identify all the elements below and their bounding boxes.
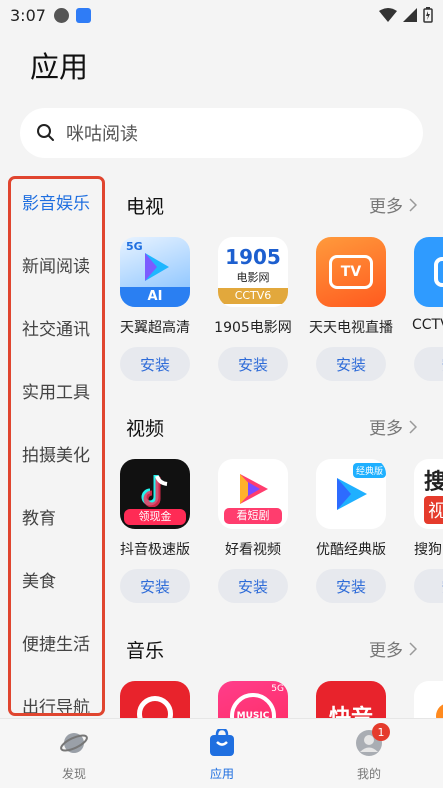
section-title-video: 视频 — [126, 418, 165, 440]
tab-discover[interactable]: 发现 — [34, 729, 114, 782]
icon-label: TV — [329, 255, 373, 289]
more-label: 更多 — [369, 641, 403, 661]
signal-icon — [403, 8, 417, 22]
tab-me[interactable]: 1 我的 — [329, 723, 409, 782]
install-button[interactable]: 安装 — [218, 347, 288, 381]
install-button[interactable]: 安装 — [120, 347, 190, 381]
douyin-app-icon: 领现金 — [120, 459, 190, 529]
app-name: 天天电视直播 — [309, 320, 393, 336]
more-link-tv[interactable]: 更多 — [369, 192, 417, 217]
search-bar[interactable]: 咪咕阅读 — [20, 108, 423, 158]
app-name: 搜狗 — [414, 542, 442, 558]
app-name: 优酷经典版 — [316, 542, 386, 558]
more-label: 更多 — [369, 197, 403, 217]
install-button[interactable]: 安装 — [316, 347, 386, 381]
install-button[interactable]: 安装 — [316, 569, 386, 603]
tab-apps[interactable]: 应用 — [182, 729, 262, 782]
status-indicators — [379, 7, 433, 23]
chevron-right-icon — [409, 197, 417, 212]
more-link-video[interactable]: 更多 — [369, 414, 417, 439]
icon-tag: 经典版 — [352, 463, 386, 478]
section-title-music: 音乐 — [126, 640, 165, 662]
status-time: 3:07 — [10, 5, 46, 25]
tab-label: 发现 — [61, 767, 86, 781]
shopping-bag-icon — [208, 729, 236, 757]
icon-badge: 5G — [271, 684, 284, 694]
play-icon — [337, 478, 367, 510]
kuaiyin-app-icon: 快音 — [316, 681, 386, 718]
section-title-tv: 电视 — [126, 196, 165, 218]
sidebar-item-food[interactable]: 美食 — [22, 567, 56, 592]
notification-app-icon — [75, 7, 91, 23]
wifi-icon — [379, 8, 397, 22]
netease-music-app-icon — [120, 681, 190, 718]
bottom-tab-bar: 发现 应用 1 我的 — [0, 718, 443, 788]
tv-app-icon: TV — [316, 237, 386, 307]
icon-label: MUSIC — [230, 693, 276, 718]
tab-label: 应用 — [209, 767, 234, 781]
play-icon — [240, 474, 268, 504]
app-name: 好看视频 — [225, 542, 281, 558]
category-sidebar: 影音娱乐 新闻阅读 社交通讯 实用工具 拍摄美化 教育 美食 便捷生活 出行导航 — [8, 176, 105, 716]
cctv-app-icon — [414, 237, 443, 307]
tab-label: 我的 — [356, 767, 381, 781]
icon-label: 快音 — [329, 700, 373, 718]
app-name: 抖音极速版 — [120, 542, 190, 558]
icon-sublabel: 电影网 — [236, 270, 270, 284]
sidebar-item-education[interactable]: 教育 — [22, 504, 56, 529]
app-list: 电视 更多 5G AI 天翼超高清 安装 1905 电影网 CCTV6 1905… — [105, 168, 443, 718]
notification-badge: 1 — [372, 723, 390, 741]
app-name: CCTV — [412, 317, 443, 333]
install-button[interactable]: 安 — [414, 347, 443, 381]
battery-icon — [423, 7, 433, 23]
app-name: 天翼超高清 — [120, 320, 190, 336]
icon-label: 1905 — [225, 244, 281, 269]
play-icon — [145, 253, 169, 281]
sidebar-item-photo[interactable]: 拍摄美化 — [22, 441, 90, 466]
search-icon — [37, 124, 54, 141]
sidebar-item-entertainment[interactable]: 影音娱乐 — [22, 189, 90, 214]
icon-label: AI — [120, 287, 190, 307]
page-title: 应用 — [30, 50, 89, 84]
notification-app-icon — [53, 7, 69, 23]
tianyi-app-icon: 5G AI — [120, 237, 190, 307]
icon-sublabel: 视 — [424, 496, 443, 524]
sidebar-item-news[interactable]: 新闻阅读 — [22, 252, 90, 277]
icon-tag: 领现金 — [124, 509, 186, 525]
more-link-music[interactable]: 更多 — [369, 636, 417, 661]
youku-app-icon: 经典版 — [316, 459, 386, 529]
music-app-icon — [414, 681, 443, 718]
music-note-icon — [141, 475, 168, 507]
migu-music-app-icon: 5G MUSIC — [218, 681, 288, 718]
icon-tag: CCTV6 — [218, 287, 288, 304]
film1905-app-icon: 1905 电影网 CCTV6 — [218, 237, 288, 307]
haokan-app-icon: 看短剧 — [218, 459, 288, 529]
status-bar: 3:07 — [0, 0, 443, 30]
install-button[interactable]: 安装 — [218, 569, 288, 603]
chevron-right-icon — [409, 419, 417, 434]
icon-tag: 看短剧 — [224, 508, 282, 524]
sidebar-item-social[interactable]: 社交通讯 — [22, 315, 90, 340]
install-button[interactable]: 安 — [414, 569, 443, 603]
app-name: 1905电影网 — [214, 320, 292, 336]
icon-label: 搜 — [424, 470, 443, 495]
chevron-right-icon — [409, 641, 417, 656]
sidebar-item-life[interactable]: 便捷生活 — [22, 630, 90, 655]
planet-icon — [60, 729, 88, 757]
sidebar-item-travel[interactable]: 出行导航 — [22, 693, 90, 713]
more-label: 更多 — [369, 419, 403, 439]
icon-badge: 5G — [126, 240, 143, 253]
search-input[interactable]: 咪咕阅读 — [66, 120, 138, 146]
sidebar-item-tools[interactable]: 实用工具 — [22, 378, 90, 403]
install-button[interactable]: 安装 — [120, 569, 190, 603]
sogou-app-icon: 搜 视 — [414, 459, 443, 529]
